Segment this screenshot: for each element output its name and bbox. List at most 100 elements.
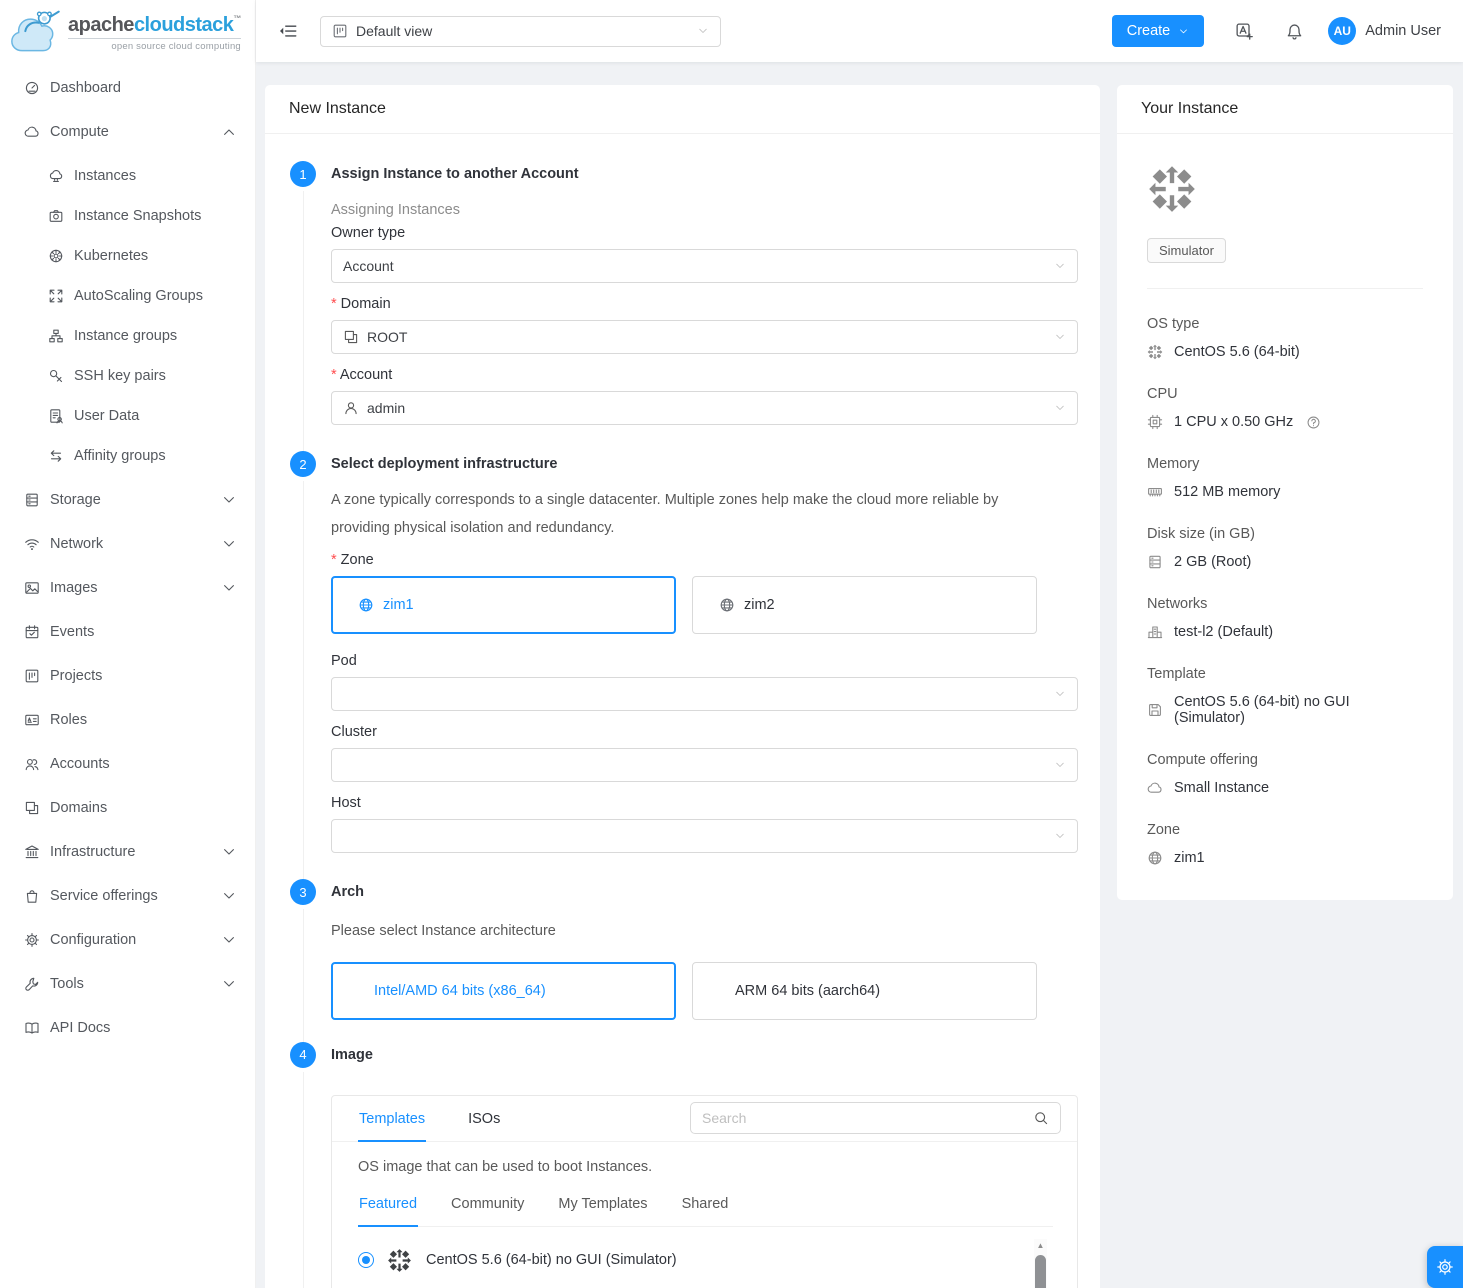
sidebar-item-projects[interactable]: Projects bbox=[0, 656, 255, 696]
tab-templates[interactable]: Templates bbox=[358, 1096, 426, 1142]
menu-fold-icon[interactable] bbox=[278, 21, 298, 41]
cluster-select[interactable] bbox=[331, 748, 1078, 782]
summary-label-cpu: CPU bbox=[1147, 386, 1423, 402]
sidebar-item-storage[interactable]: Storage bbox=[0, 480, 255, 520]
sidebar-item-configuration[interactable]: Configuration bbox=[0, 920, 255, 960]
chevron-down-icon bbox=[1054, 331, 1066, 343]
filter-tab-my-templates[interactable]: My Templates bbox=[557, 1190, 648, 1226]
project-board-icon bbox=[24, 668, 40, 684]
template-row-centos[interactable]: CentOS 5.6 (64-bit) no GUI (Simulator) bbox=[358, 1229, 1029, 1288]
zone-name: zim2 bbox=[744, 597, 775, 613]
domain-icon bbox=[343, 329, 359, 345]
summary-value-zone: zim1 bbox=[1147, 850, 1423, 866]
sidebar-item-instance-groups[interactable]: Instance groups bbox=[0, 316, 255, 356]
sidebar-item-network[interactable]: Network bbox=[0, 524, 255, 564]
user-file-icon bbox=[48, 408, 64, 424]
zone-card-zim1[interactable]: zim1 bbox=[331, 576, 676, 634]
chevron-down-icon bbox=[697, 25, 709, 37]
sidebar-item-compute[interactable]: Compute bbox=[0, 112, 255, 152]
chevron-down-icon bbox=[221, 536, 237, 552]
cpu-chip-icon bbox=[1147, 414, 1163, 430]
host-label: Host bbox=[331, 795, 1078, 811]
sidebar-item-tools[interactable]: Tools bbox=[0, 964, 255, 1004]
arch-card-x86-64[interactable]: Intel/AMD 64 bits (x86_64) bbox=[331, 962, 676, 1020]
sidebar-item-service-offerings[interactable]: Service offerings bbox=[0, 876, 255, 916]
filter-tab-featured[interactable]: Featured bbox=[358, 1190, 418, 1227]
summary-value-memory: 512 MB memory bbox=[1147, 484, 1423, 500]
language-icon[interactable] bbox=[1235, 22, 1254, 41]
notification-bell-icon[interactable] bbox=[1285, 22, 1304, 41]
page-title: New Instance bbox=[265, 85, 1100, 134]
help-circle-icon[interactable] bbox=[1306, 415, 1321, 430]
assigning-instances-label: Assigning Instances bbox=[331, 202, 1078, 218]
summary-label-memory: Memory bbox=[1147, 456, 1423, 472]
sidebar-item-images[interactable]: Images bbox=[0, 568, 255, 608]
brand-logo[interactable]: apachecloudstack™ open source cloud comp… bbox=[0, 0, 255, 62]
zone-card-zim2[interactable]: zim2 bbox=[692, 576, 1037, 634]
user-name[interactable]: Admin User bbox=[1365, 23, 1441, 39]
sidebar-item-affinity-groups[interactable]: Affinity groups bbox=[0, 436, 255, 476]
summary-value-text: 1 CPU x 0.50 GHz bbox=[1174, 414, 1293, 430]
scrollbar-up-arrow[interactable]: ▲ bbox=[1037, 1239, 1045, 1253]
host-select[interactable] bbox=[331, 819, 1078, 853]
sidebar-item-label: Roles bbox=[50, 712, 87, 728]
bank-icon bbox=[24, 844, 40, 860]
id-card-icon bbox=[24, 712, 40, 728]
sidebar-item-accounts[interactable]: Accounts bbox=[0, 744, 255, 784]
sidebar-item-infrastructure[interactable]: Infrastructure bbox=[0, 832, 255, 872]
cloud-icon bbox=[24, 124, 40, 140]
sidebar: apachecloudstack™ open source cloud comp… bbox=[0, 0, 256, 1288]
domain-select[interactable]: ROOT bbox=[331, 320, 1078, 354]
template-search bbox=[690, 1102, 1061, 1134]
sidebar-item-label: Infrastructure bbox=[50, 844, 135, 860]
centos-logo-icon bbox=[387, 1248, 412, 1273]
sidebar-item-instances[interactable]: Instances bbox=[0, 156, 255, 196]
summary-value-os-type: CentOS 5.6 (64-bit) bbox=[1147, 344, 1423, 360]
avatar[interactable]: AU bbox=[1328, 17, 1356, 45]
scrollbar-thumb[interactable] bbox=[1035, 1255, 1046, 1288]
radio-selected[interactable] bbox=[358, 1252, 374, 1268]
arch-options: Intel/AMD 64 bits (x86_64) ARM 64 bits (… bbox=[331, 962, 1078, 1020]
chevron-down-icon bbox=[221, 932, 237, 948]
sidebar-item-ssh-key-pairs[interactable]: SSH key pairs bbox=[0, 356, 255, 396]
filter-tab-shared[interactable]: Shared bbox=[681, 1190, 730, 1226]
create-button-label: Create bbox=[1127, 23, 1171, 39]
search-icon[interactable] bbox=[1033, 1110, 1049, 1126]
sidebar-item-dashboard[interactable]: Dashboard bbox=[0, 68, 255, 108]
view-selector[interactable]: Default view bbox=[320, 16, 721, 47]
sidebar-item-domains[interactable]: Domains bbox=[0, 788, 255, 828]
settings-fab[interactable] bbox=[1427, 1246, 1463, 1288]
filter-tab-community[interactable]: Community bbox=[450, 1190, 525, 1226]
template-list: CentOS 5.6 (64-bit) no GUI (Simulator) U… bbox=[358, 1229, 1053, 1288]
owner-type-select[interactable]: Account bbox=[331, 249, 1078, 283]
summary-value-text: 512 MB memory bbox=[1174, 484, 1280, 500]
sidebar-item-roles[interactable]: Roles bbox=[0, 700, 255, 740]
domain-value: ROOT bbox=[367, 329, 407, 345]
step-number-badge: 1 bbox=[290, 161, 316, 187]
arch-card-aarch64[interactable]: ARM 64 bits (aarch64) bbox=[692, 962, 1037, 1020]
sidebar-item-label: API Docs bbox=[50, 1020, 110, 1036]
sidebar-item-label: Accounts bbox=[50, 756, 110, 772]
step-title: Arch bbox=[331, 879, 1078, 905]
sidebar-item-user-data[interactable]: User Data bbox=[0, 396, 255, 436]
sidebar-item-api-docs[interactable]: API Docs bbox=[0, 1008, 255, 1048]
template-list-scrollbar[interactable]: ▲ bbox=[1034, 1239, 1047, 1288]
tab-isos[interactable]: ISOs bbox=[467, 1096, 501, 1140]
account-select[interactable]: admin bbox=[331, 391, 1078, 425]
chevron-up-icon bbox=[221, 124, 237, 140]
centos-icon bbox=[1147, 344, 1163, 360]
sidebar-item-autoscaling-groups[interactable]: AutoScaling Groups bbox=[0, 276, 255, 316]
pod-select[interactable] bbox=[331, 677, 1078, 711]
create-button[interactable]: Create bbox=[1112, 15, 1205, 47]
sidebar-item-events[interactable]: Events bbox=[0, 612, 255, 652]
centos-logo-icon bbox=[1147, 164, 1197, 214]
sidebar-item-label: User Data bbox=[74, 408, 139, 424]
sidebar-item-instance-snapshots[interactable]: Instance Snapshots bbox=[0, 196, 255, 236]
sidebar-item-label: Storage bbox=[50, 492, 101, 508]
gear-icon bbox=[1436, 1258, 1454, 1276]
sidebar-item-label: Instances bbox=[74, 168, 136, 184]
template-search-input[interactable] bbox=[702, 1110, 1025, 1126]
summary-value-template: CentOS 5.6 (64-bit) no GUI (Simulator) bbox=[1147, 694, 1423, 726]
template-filter-tabs: Featured Community My Templates Shared bbox=[358, 1190, 1053, 1227]
sidebar-item-kubernetes[interactable]: Kubernetes bbox=[0, 236, 255, 276]
